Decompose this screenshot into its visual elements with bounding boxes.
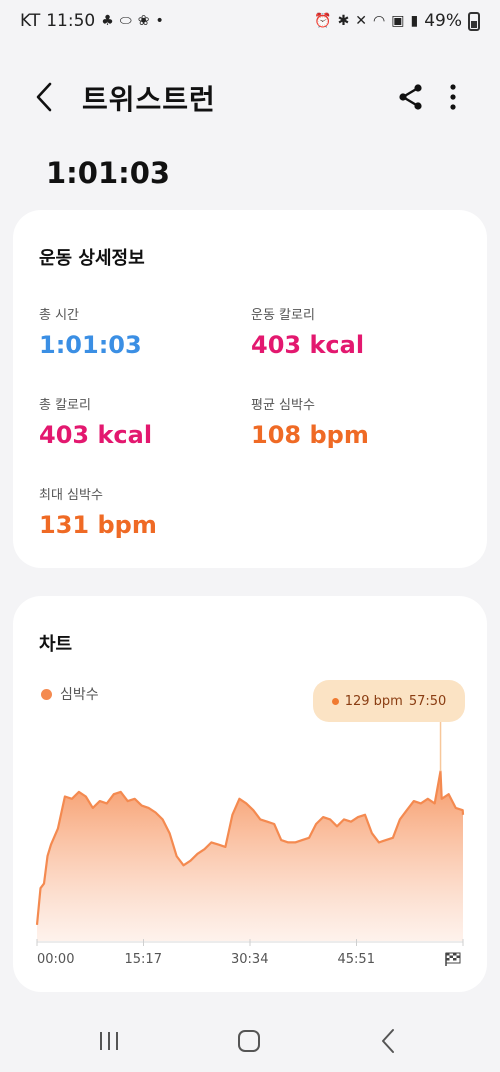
workout-duration: 1:01:03 [46,156,171,190]
stat-avg-heart-rate: 평균 심박수 108 bpm [251,394,369,449]
stat-label: 총 칼로리 [39,398,91,413]
stat-value: 108 bpm [251,421,369,449]
x-tick-label: 30:34 [231,952,269,967]
stat-workout-calories: 운동 칼로리 403 kcal [251,304,364,359]
x-tick-label: 00:00 [37,952,75,967]
battery-icon [468,11,480,31]
x-tick-label: 15:17 [124,952,162,967]
battery-percent: 49% [424,11,462,31]
alarm-icon: ⏰ [314,13,332,29]
hd-icon: ▣ [391,13,405,29]
dot-icon: • [155,13,164,29]
details-title: 운동 상세정보 [39,248,145,269]
page-title: 트위스트런 [82,83,216,116]
carrier-label: KT [20,11,41,31]
stat-total-time: 총 시간 1:01:03 [39,304,142,359]
finish-flag-icon [445,952,461,966]
notification-icon: ♣ [101,13,114,29]
back-button[interactable] [28,80,62,114]
stat-total-calories: 총 칼로리 403 kcal [39,394,152,449]
clock: 11:50 [46,11,96,31]
mute-icon: ✕ [355,13,368,29]
wifi-icon: ◠ [373,13,386,29]
stat-label: 운동 칼로리 [251,308,315,323]
stat-label: 최대 심박수 [39,488,103,503]
stat-label: 평균 심박수 [251,398,315,413]
home-button[interactable] [234,1026,264,1056]
workout-details-card: 운동 상세정보 총 시간 1:01:03 운동 칼로리 403 kcal 총 칼… [13,210,487,568]
stat-value: 1:01:03 [39,331,142,359]
signal-icon: ▮ [410,13,419,29]
stat-value: 403 kcal [39,421,153,449]
stat-label: 총 시간 [39,308,80,323]
stat-max-heart-rate: 최대 심박수 131 bpm [39,484,157,539]
rabbit-icon: ❀ [137,13,150,29]
back-nav-button[interactable] [374,1026,404,1056]
app-bar: 트위스트런 [0,68,500,128]
heart-rate-area [37,771,463,941]
stat-value: 131 bpm [39,511,157,539]
chart-card: 차트 심박수 129 bpm 57:50 00:00 15:17 30:34 45:5… [13,596,487,992]
recent-apps-button[interactable] [94,1026,124,1056]
status-bar: KT 11:50 ♣ ⬭ ❀ • ⏰ ✱ ✕ ◠ ▣ ▮ 49% [0,0,500,44]
share-icon[interactable] [396,82,426,112]
system-nav-bar [0,1010,500,1072]
pill-icon: ⬭ [119,13,132,29]
more-options-icon[interactable] [438,82,468,112]
stat-value: 403 kcal [251,331,365,359]
bluetooth-icon: ✱ [337,13,350,29]
x-tick-label: 45:51 [337,952,375,967]
heart-rate-chart[interactable] [13,596,487,992]
